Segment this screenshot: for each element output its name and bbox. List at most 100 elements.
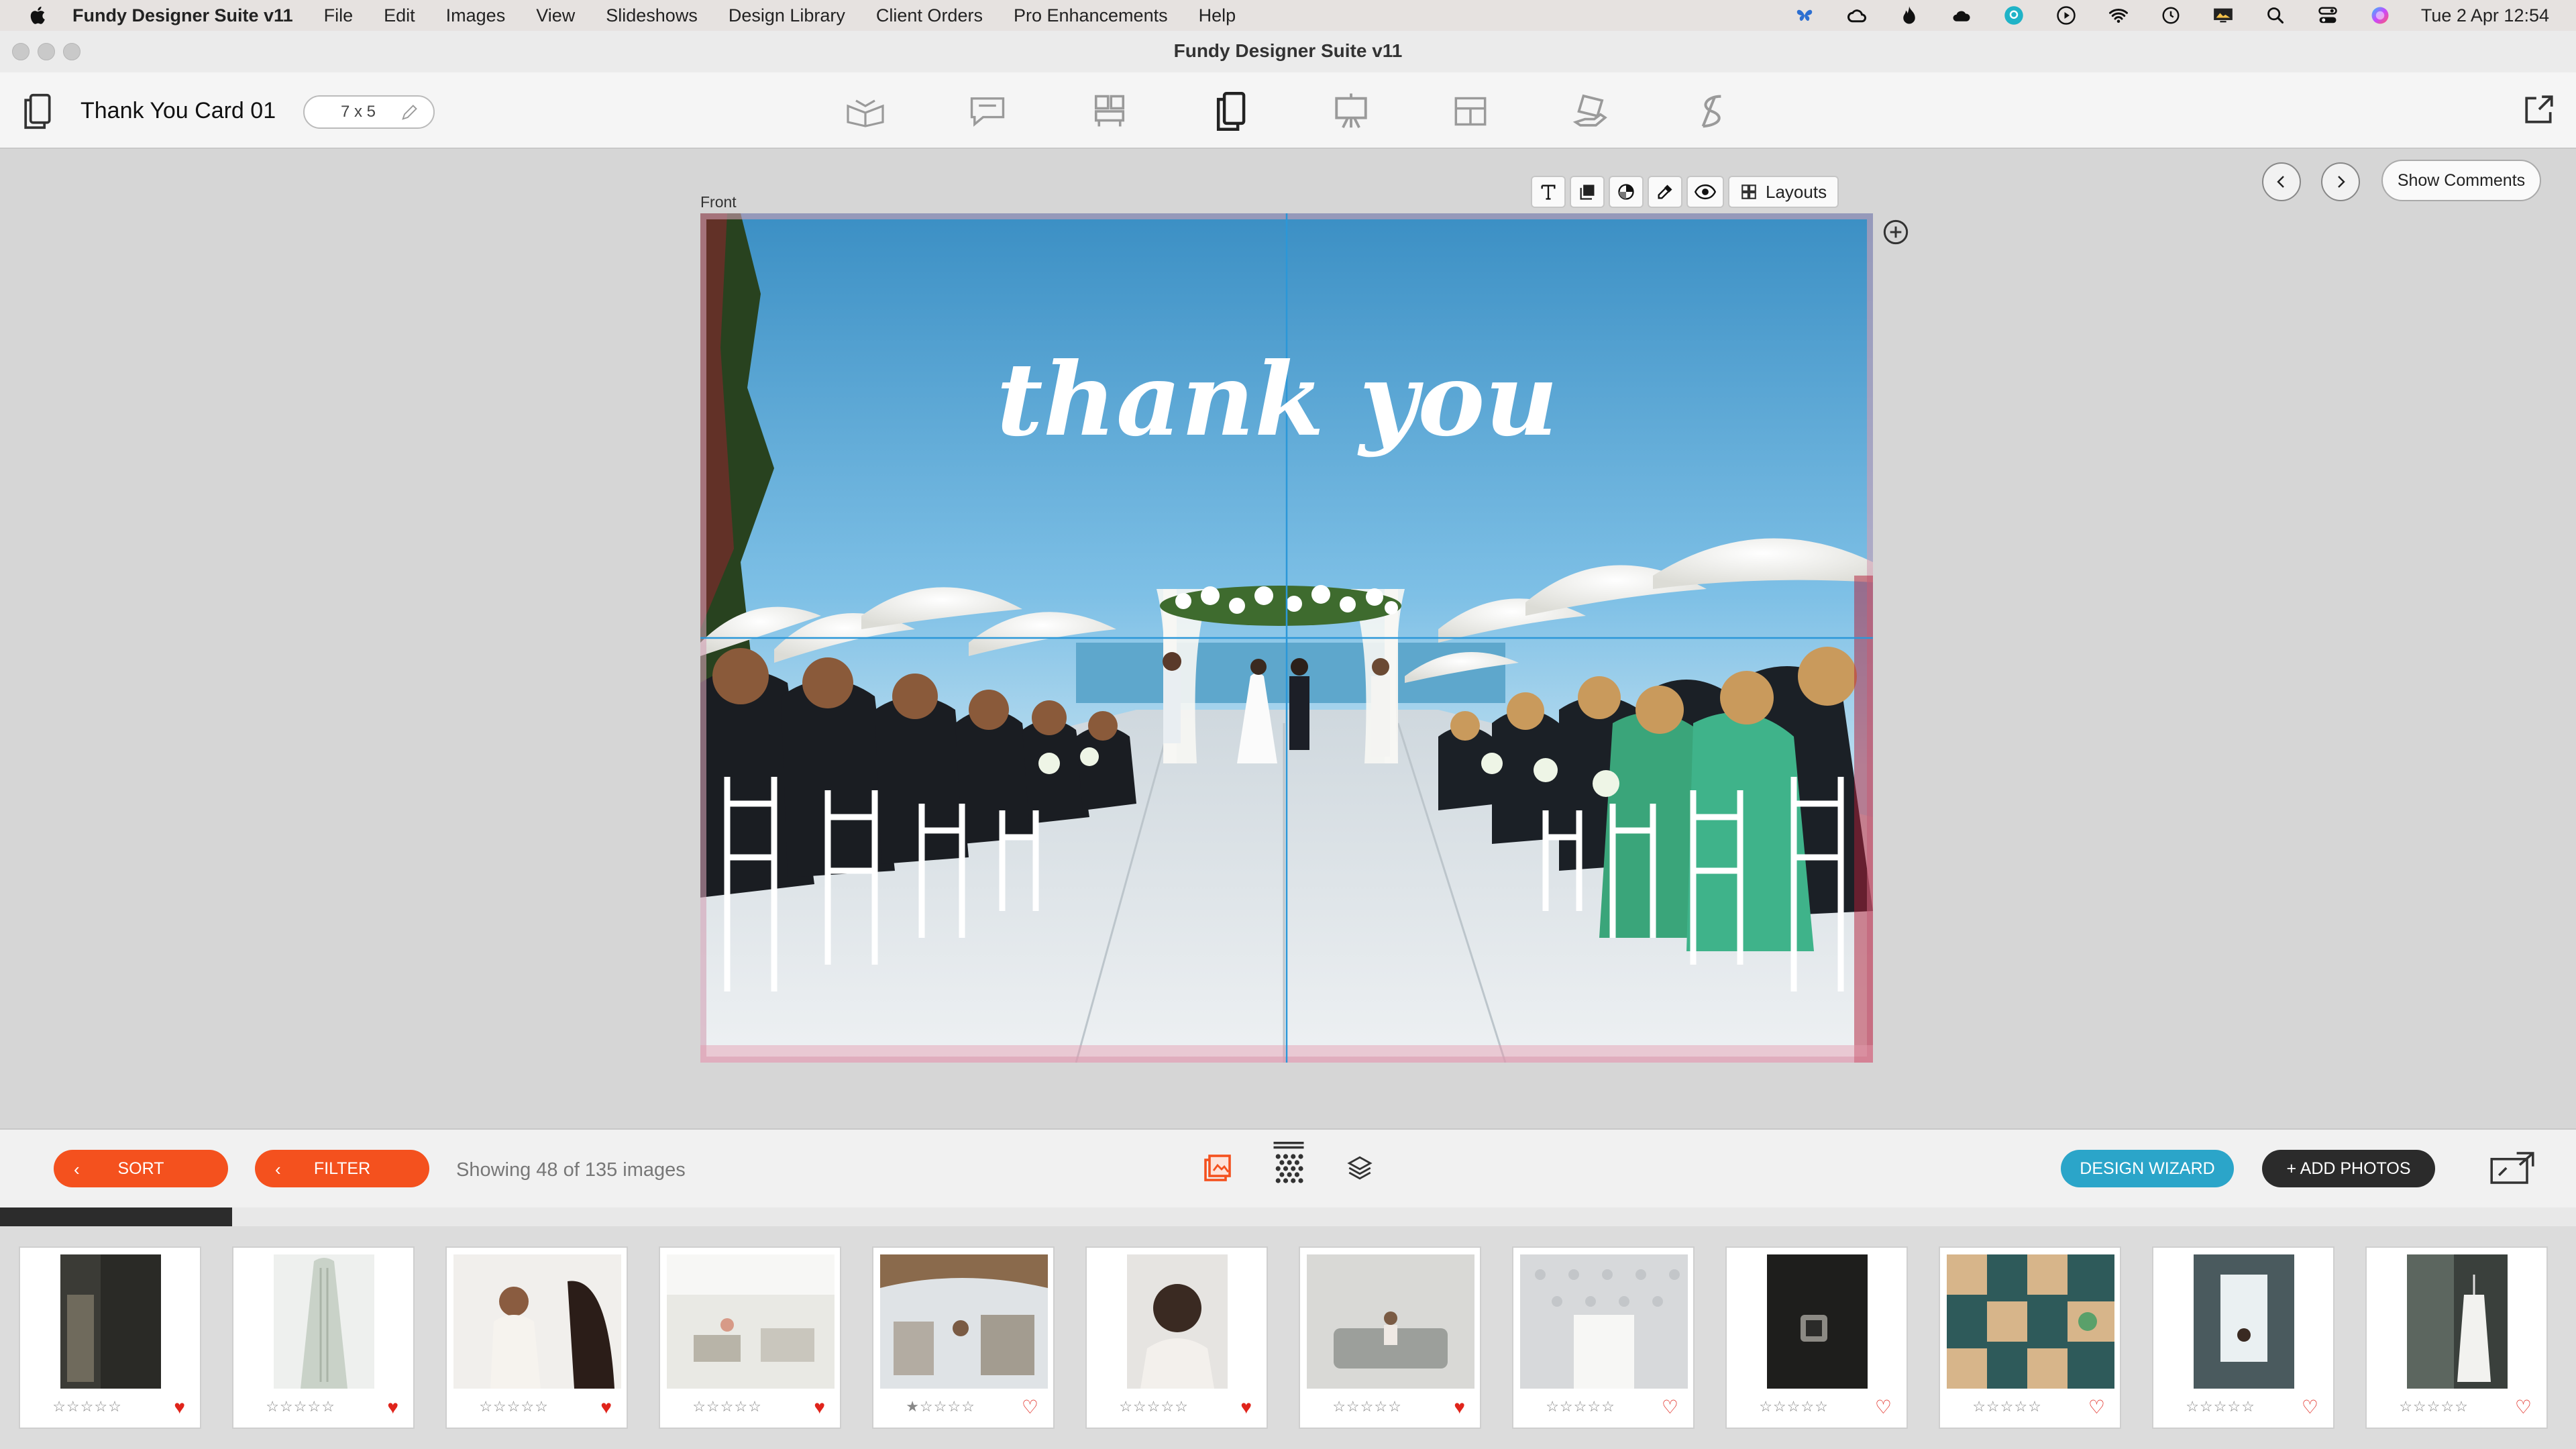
play-icon[interactable] bbox=[2056, 5, 2076, 25]
favorite-heart-icon[interactable]: ♡ bbox=[1875, 1398, 1892, 1417]
siri-icon[interactable] bbox=[2370, 5, 2390, 25]
wall-art-icon[interactable] bbox=[1088, 90, 1131, 133]
expand-browser-icon[interactable] bbox=[2490, 1150, 2534, 1186]
layers-icon[interactable] bbox=[1342, 1150, 1378, 1186]
app-circle-icon[interactable] bbox=[2004, 5, 2024, 25]
thumbnail[interactable]: ☆☆☆☆☆ ♡ bbox=[2365, 1246, 2548, 1429]
menu-app-name[interactable]: Fundy Designer Suite v11 bbox=[72, 5, 293, 26]
menu-help[interactable]: Help bbox=[1199, 5, 1236, 26]
browser-scroll-progress[interactable] bbox=[0, 1208, 2576, 1226]
menu-client-orders[interactable]: Client Orders bbox=[876, 5, 983, 26]
star-rating[interactable]: ☆☆☆☆☆ bbox=[233, 1398, 368, 1415]
card-script-text[interactable]: thank you bbox=[996, 341, 1558, 459]
favorite-heart-icon[interactable]: ♥ bbox=[600, 1398, 612, 1417]
menu-file[interactable]: File bbox=[324, 5, 354, 26]
spotlight-search-icon[interactable] bbox=[2265, 5, 2286, 25]
thumbnail[interactable]: ☆☆☆☆☆ ♡ bbox=[1725, 1246, 1908, 1429]
creative-cloud-icon[interactable] bbox=[1847, 5, 1867, 25]
star-rating[interactable]: ☆☆☆☆☆ bbox=[1513, 1398, 1648, 1415]
menu-edit[interactable]: Edit bbox=[384, 5, 415, 26]
card-size-value: 7 x 5 bbox=[341, 103, 376, 121]
favorite-heart-icon[interactable]: ♡ bbox=[2302, 1398, 2318, 1417]
thumbnail-image bbox=[453, 1254, 621, 1389]
slideshow-icon[interactable] bbox=[1690, 90, 1733, 133]
previous-page-button[interactable] bbox=[2262, 162, 2301, 201]
star-rating[interactable]: ☆☆☆☆☆ bbox=[2153, 1398, 2288, 1415]
thumbnail[interactable]: ☆☆☆☆☆ ♡ bbox=[1512, 1246, 1695, 1429]
time-machine-icon[interactable] bbox=[2161, 5, 2181, 25]
thumbnail[interactable]: ★☆☆☆☆ ♡ bbox=[872, 1246, 1055, 1429]
favorite-heart-icon[interactable]: ♡ bbox=[2515, 1398, 2532, 1417]
favorite-heart-icon[interactable]: ♥ bbox=[1240, 1398, 1252, 1417]
next-page-button[interactable] bbox=[2321, 162, 2360, 201]
layout-icon[interactable] bbox=[1449, 90, 1492, 133]
card-icon[interactable] bbox=[1209, 90, 1252, 133]
add-page-icon[interactable] bbox=[1882, 219, 1909, 246]
show-comments-button[interactable]: Show Comments bbox=[2381, 160, 2541, 201]
butterfly-icon[interactable] bbox=[1794, 5, 1815, 25]
hand-tray-icon[interactable] bbox=[1570, 90, 1613, 133]
used-images-icon[interactable] bbox=[1199, 1150, 1236, 1186]
star-rating[interactable]: ☆☆☆☆☆ bbox=[20, 1398, 154, 1415]
add-photos-button[interactable]: + ADD PHOTOS bbox=[2262, 1150, 2435, 1187]
grid-view-icon[interactable] bbox=[1271, 1139, 1307, 1186]
star-rating[interactable]: ☆☆☆☆☆ bbox=[1727, 1398, 1861, 1415]
menu-clock[interactable]: Tue 2 Apr 12:54 bbox=[2421, 5, 2549, 26]
document-title[interactable]: Thank You Card 01 bbox=[80, 98, 276, 124]
thumbnail-image bbox=[274, 1254, 374, 1389]
filter-button[interactable]: ‹ FILTER bbox=[255, 1150, 429, 1187]
display-icon[interactable] bbox=[2213, 5, 2233, 25]
thumbnail[interactable]: ☆☆☆☆☆ ♡ bbox=[2152, 1246, 2334, 1429]
external-window-icon[interactable] bbox=[2522, 93, 2556, 126]
thumbnail[interactable]: ☆☆☆☆☆ ♥ bbox=[19, 1246, 201, 1429]
star-rating[interactable]: ★☆☆☆☆ bbox=[873, 1398, 1008, 1415]
card-canvas[interactable]: thank you bbox=[700, 213, 1873, 1063]
favorite-heart-icon[interactable]: ♡ bbox=[2088, 1398, 2105, 1417]
favorite-heart-icon[interactable]: ♥ bbox=[814, 1398, 825, 1417]
thumbnail[interactable]: ☆☆☆☆☆ ♡ bbox=[1939, 1246, 2121, 1429]
pencil-icon[interactable] bbox=[400, 103, 419, 122]
eye-tool-icon[interactable] bbox=[1686, 176, 1724, 208]
card-size-selector[interactable]: 7 x 5 bbox=[303, 95, 435, 129]
favorite-heart-icon[interactable]: ♥ bbox=[387, 1398, 398, 1417]
layouts-button[interactable]: Layouts bbox=[1728, 176, 1839, 208]
thumbnail[interactable]: ☆☆☆☆☆ ♥ bbox=[659, 1246, 841, 1429]
menu-view[interactable]: View bbox=[536, 5, 575, 26]
thumbnail[interactable]: ☆☆☆☆☆ ♥ bbox=[445, 1246, 628, 1429]
cloud-icon[interactable] bbox=[1951, 5, 1972, 25]
chat-bubble-icon[interactable] bbox=[966, 90, 1009, 133]
album-icon[interactable] bbox=[844, 90, 887, 133]
menu-pro-enhancements[interactable]: Pro Enhancements bbox=[1014, 5, 1168, 26]
thumbnail[interactable]: ☆☆☆☆☆ ♥ bbox=[232, 1246, 415, 1429]
thumbnail-image bbox=[60, 1254, 161, 1389]
favorite-heart-icon[interactable]: ♥ bbox=[174, 1398, 185, 1417]
document-icon[interactable] bbox=[20, 93, 54, 130]
star-rating[interactable]: ☆☆☆☆☆ bbox=[660, 1398, 794, 1415]
layer-tool-icon[interactable] bbox=[1570, 176, 1605, 208]
favorite-heart-icon[interactable]: ♡ bbox=[1022, 1398, 1038, 1417]
menu-design-library[interactable]: Design Library bbox=[729, 5, 845, 26]
favorite-heart-icon[interactable]: ♥ bbox=[1454, 1398, 1465, 1417]
wifi-icon[interactable] bbox=[2108, 5, 2129, 25]
thumbnail[interactable]: ☆☆☆☆☆ ♥ bbox=[1085, 1246, 1268, 1429]
flame-icon[interactable] bbox=[1899, 5, 1919, 25]
apple-menu-icon[interactable] bbox=[27, 4, 50, 27]
star-rating[interactable]: ☆☆☆☆☆ bbox=[1087, 1398, 1221, 1415]
star-rating[interactable]: ☆☆☆☆☆ bbox=[1300, 1398, 1434, 1415]
eyedropper-tool-icon[interactable] bbox=[1648, 176, 1682, 208]
star-rating[interactable]: ☆☆☆☆☆ bbox=[1940, 1398, 2074, 1415]
menu-slideshows[interactable]: Slideshows bbox=[606, 5, 698, 26]
star-rating[interactable]: ☆☆☆☆☆ bbox=[2367, 1398, 2501, 1415]
thumbnail[interactable]: ☆☆☆☆☆ ♥ bbox=[1299, 1246, 1481, 1429]
star-rating[interactable]: ☆☆☆☆☆ bbox=[447, 1398, 581, 1415]
color-tool-icon[interactable] bbox=[1609, 176, 1644, 208]
chevron-left-icon: ‹ bbox=[74, 1159, 80, 1179]
control-center-icon[interactable] bbox=[2318, 5, 2338, 25]
menu-images[interactable]: Images bbox=[446, 5, 506, 26]
window-title: Fundy Designer Suite v11 bbox=[1173, 40, 1403, 61]
design-wizard-button[interactable]: DESIGN WIZARD bbox=[2061, 1150, 2234, 1187]
favorite-heart-icon[interactable]: ♡ bbox=[1662, 1398, 1678, 1417]
text-tool-icon[interactable] bbox=[1531, 176, 1566, 208]
easel-icon[interactable] bbox=[1330, 90, 1373, 133]
sort-button[interactable]: ‹ SORT bbox=[54, 1150, 228, 1187]
